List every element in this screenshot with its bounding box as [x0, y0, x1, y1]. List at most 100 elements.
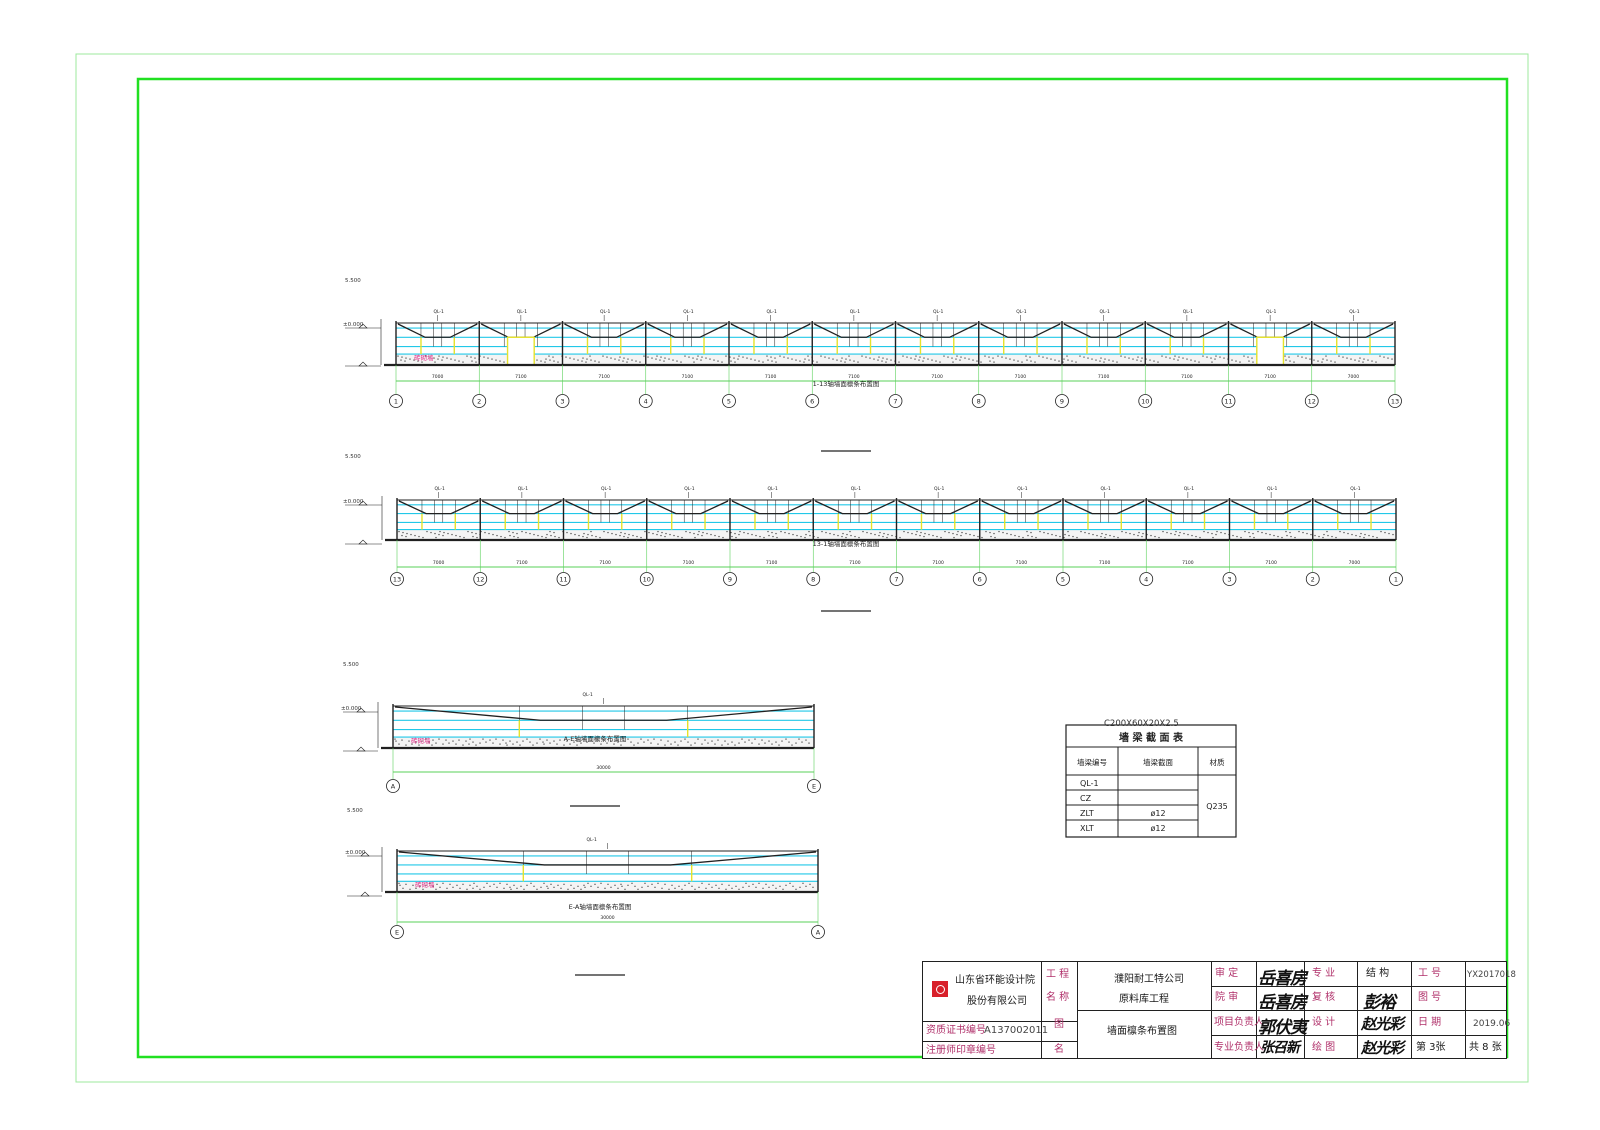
masonry-dot [506, 744, 508, 746]
masonry-dot [1009, 358, 1011, 360]
masonry-dot [1367, 359, 1369, 361]
brace-tie-line [394, 706, 813, 721]
masonry-dot [409, 888, 411, 891]
brace-tie-line [981, 500, 1062, 515]
masonry-dot [953, 536, 955, 539]
review-label: 院 审 [1215, 992, 1239, 1003]
outer-frame [75, 53, 1529, 1083]
masonry-dot [1235, 360, 1237, 362]
masonry-dot [647, 739, 649, 741]
masonry-dot [697, 355, 699, 357]
table-cell-id: QL-1 [1080, 779, 1099, 788]
masonry-dot [992, 357, 994, 359]
masonry-dot [523, 888, 525, 891]
masonry-dot [1022, 536, 1024, 539]
sheet-total: 共 8 张 [1469, 1042, 1502, 1053]
masonry-dot [655, 358, 657, 360]
masonry-dot [1383, 356, 1385, 358]
masonry-dot [775, 361, 777, 363]
masonry-dot [923, 535, 925, 538]
masonry-dot [495, 738, 497, 740]
masonry-dot [644, 882, 646, 885]
masonry-dot [1326, 359, 1328, 361]
masonry-dot [878, 534, 880, 537]
masonry-dot [1051, 533, 1053, 536]
masonry-dot [989, 531, 991, 534]
company-logo-icon [932, 981, 948, 997]
masonry-dot [779, 885, 781, 888]
masonry-dot [807, 355, 809, 357]
masonry-dot [517, 536, 519, 539]
axis-label: 4 [1144, 576, 1148, 584]
masonry-dot [503, 887, 505, 890]
brace-tie-line [731, 500, 812, 515]
masonry-dot [752, 883, 754, 886]
masonry-dot [437, 358, 439, 360]
masonry-dot [976, 360, 978, 362]
masonry-dot [725, 888, 727, 891]
masonry-dot [877, 359, 879, 361]
masonry-dot [733, 357, 735, 359]
masonry-dot [993, 361, 995, 363]
masonry-dot [776, 536, 778, 539]
brace-tie-line [647, 323, 728, 338]
elevation-elev-13-1: 5.500 ±0.000 QL-1 QL-1 QL-1 QL-1 QL-1 QL-1 QL-1 Q… [343, 454, 1403, 612]
project-name: 原料库工程 [1119, 994, 1169, 1005]
masonry-dot [829, 532, 831, 535]
masonry-dot [689, 531, 691, 534]
masonry-dot [792, 885, 794, 888]
masonry-dot [1375, 361, 1377, 363]
axis-label: 7 [893, 398, 897, 406]
masonry-dot [1084, 531, 1086, 534]
masonry-dot [943, 355, 945, 357]
masonry-dot [687, 741, 689, 743]
masonry-dot [1215, 533, 1217, 536]
masonry-dot [1141, 535, 1143, 538]
discipline-value: 结 构 [1366, 968, 1390, 979]
elevation-title: 1-13轴墙面檩条布置图 [813, 379, 880, 388]
masonry-dot [744, 741, 746, 743]
level-mark-triangle [360, 891, 370, 897]
span-dimension-label: 7100 [1015, 374, 1027, 380]
masonry-dot [401, 356, 403, 358]
elevation-zero-label: ±0.000 [345, 850, 366, 856]
masonry-dot [1042, 356, 1044, 358]
masonry-dot [1175, 530, 1177, 533]
masonry-dot [431, 744, 433, 746]
masonry-dot [503, 361, 505, 363]
brace-tie-line [1147, 500, 1228, 515]
masonry-dot [606, 356, 608, 358]
axis-label: E [812, 783, 816, 791]
masonry-dot [643, 355, 645, 357]
masonry-dot [465, 740, 467, 742]
purlin-label: QL-1 [1184, 486, 1195, 492]
masonry-dot [758, 882, 760, 885]
masonry-dot [485, 741, 487, 743]
masonry-dot [1161, 355, 1163, 357]
masonry-dot [422, 536, 424, 539]
masonry-dot [1071, 360, 1073, 362]
masonry-dot [394, 738, 396, 740]
masonry-dot [738, 888, 740, 891]
masonry-dot [738, 533, 740, 536]
masonry-dot [641, 886, 643, 889]
masonry-dot [560, 887, 562, 890]
masonry-dot [512, 531, 514, 534]
masonry-dot [594, 883, 596, 886]
table-header-id: 墙梁编号 [1077, 757, 1107, 767]
masonry-dot [1247, 356, 1249, 358]
masonry-dot [771, 743, 773, 745]
masonry-dot [620, 744, 622, 746]
axis-label: 10 [1141, 398, 1149, 406]
masonry-dot [768, 886, 770, 889]
masonry-dot [493, 883, 495, 886]
span-dimension-label: 7100 [1181, 374, 1193, 380]
span-dimension-label: 7000 [432, 374, 444, 380]
masonry-dot [1129, 532, 1131, 535]
masonry-dot [1211, 532, 1213, 535]
axis-label: 2 [1311, 576, 1315, 584]
masonry-dot [795, 359, 797, 361]
masonry-dot [1035, 536, 1037, 539]
masonry-dot [767, 359, 769, 361]
masonry-dot [1210, 357, 1212, 359]
